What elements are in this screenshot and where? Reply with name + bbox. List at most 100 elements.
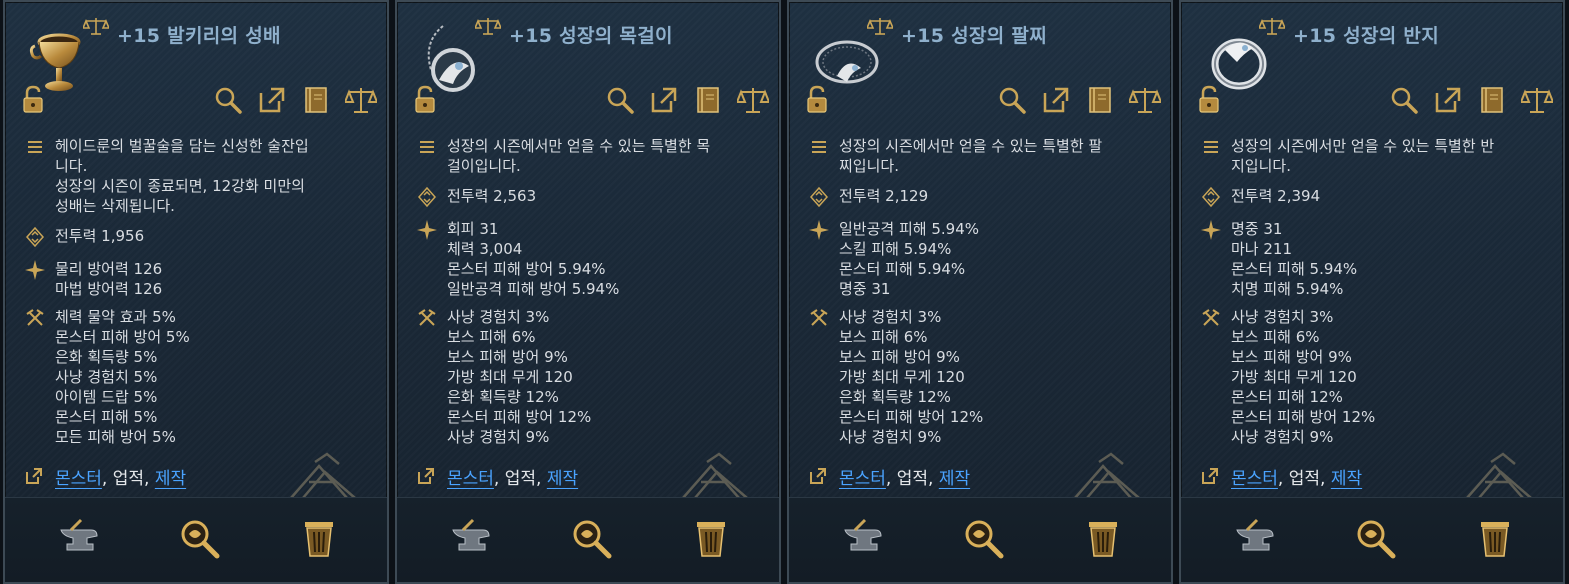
unlock-icon[interactable] xyxy=(805,84,831,114)
magnifier-icon[interactable] xyxy=(213,85,243,115)
source-link-icon xyxy=(26,468,42,484)
external-link-icon[interactable] xyxy=(1041,85,1071,115)
magnifier-icon[interactable] xyxy=(605,85,635,115)
trash-icon[interactable] xyxy=(297,516,341,560)
tooltip-body: 헤이드룬의 벌꿀술을 담는 신성한 술잔입 니다. 성장의 시즌이 종료되면, … xyxy=(25,136,373,455)
description-line: 성장의 시즌에서만 얻을 수 있는 특별한 팔 xyxy=(839,137,1103,155)
source-achievement: 업적 xyxy=(1288,469,1321,489)
crossed-tools-icon xyxy=(26,309,44,326)
star-icon xyxy=(1201,220,1221,240)
book-icon[interactable] xyxy=(693,85,723,115)
source-craft-link[interactable]: 제작 xyxy=(547,469,578,489)
anvil-icon[interactable] xyxy=(57,516,101,560)
bonus-line: 몬스터 피해 방어 12% xyxy=(1231,408,1376,426)
base-stats: 물리 방어력 126 마법 방어력 126 xyxy=(25,259,373,299)
unlock-icon[interactable] xyxy=(21,84,47,114)
combat-power-icon xyxy=(417,187,437,207)
tooltip-body: 성장의 시즌에서만 얻을 수 있는 특별한 목 걸이입니다. 전투력 2,563… xyxy=(417,136,765,455)
bonus-line: 체력 물약 효과 5% xyxy=(55,308,176,326)
appraise-icon[interactable] xyxy=(177,516,221,560)
item-description: 성장의 시즌에서만 얻을 수 있는 특별한 팔 찌입니다. xyxy=(809,136,1157,176)
scale-icon[interactable] xyxy=(345,85,377,115)
external-link-icon[interactable] xyxy=(1433,85,1463,115)
crossed-tools-icon xyxy=(1202,309,1220,326)
anvil-icon[interactable] xyxy=(1233,516,1277,560)
tooltip-footer xyxy=(1181,497,1563,582)
bonus-line: 몬스터 피해 5% xyxy=(55,408,158,426)
source-craft-link[interactable]: 제작 xyxy=(939,469,970,489)
tooltip-body: 성장의 시즌에서만 얻을 수 있는 특별한 반 지입니다. 전투력 2,394 … xyxy=(1201,136,1549,455)
trash-icon[interactable] xyxy=(689,516,733,560)
combat-power-value: 전투력 1,956 xyxy=(55,227,145,245)
anvil-icon[interactable] xyxy=(841,516,885,560)
combat-power-icon xyxy=(809,187,829,207)
star-icon xyxy=(25,260,45,280)
separator: , xyxy=(1320,469,1331,489)
bonus-line: 가방 최대 무게 120 xyxy=(447,368,573,386)
bonus-line: 사냥 경험치 9% xyxy=(447,428,550,446)
stat-line: 치명 피해 5.94% xyxy=(1231,280,1344,298)
bonus-line: 몬스터 피해 방어 12% xyxy=(839,408,984,426)
appraise-icon[interactable] xyxy=(1353,516,1397,560)
description-line: 성장의 시즌에서만 얻을 수 있는 특별한 반 xyxy=(1231,137,1495,155)
stat-line: 몬스터 피해 방어 5.94% xyxy=(447,260,606,278)
combat-power-value: 전투력 2,129 xyxy=(839,187,929,205)
source-achievement: 업적 xyxy=(896,469,929,489)
acquisition-sources: 몬스터, 업적, 제작 xyxy=(25,464,186,489)
list-icon xyxy=(812,141,826,153)
book-icon[interactable] xyxy=(301,85,331,115)
item-tooltip-ring: +15 성장의 반지 성장의 시즌에서만 얻을 수 있는 특별한 반 지입니다.… xyxy=(1179,0,1565,584)
appraise-icon[interactable] xyxy=(961,516,1005,560)
acquisition-sources: 몬스터, 업적, 제작 xyxy=(1201,464,1362,489)
external-link-icon[interactable] xyxy=(649,85,679,115)
external-link-icon[interactable] xyxy=(257,85,287,115)
combat-power-value: 전투력 2,563 xyxy=(447,187,537,205)
acquisition-sources: 몬스터, 업적, 제작 xyxy=(809,464,970,489)
source-link-icon xyxy=(418,468,434,484)
combat-power: 전투력 1,956 xyxy=(25,226,373,247)
unlock-icon[interactable] xyxy=(413,84,439,114)
stat-line: 명중 31 xyxy=(1231,220,1283,238)
item-title: +15 성장의 반지 xyxy=(1293,25,1439,47)
source-monster-link[interactable]: 몬스터 xyxy=(447,469,494,489)
stat-line: 물리 방어력 126 xyxy=(55,260,163,278)
stat-line: 명중 31 xyxy=(839,280,891,298)
source-link-icon xyxy=(810,468,826,484)
book-icon[interactable] xyxy=(1085,85,1115,115)
book-icon[interactable] xyxy=(1477,85,1507,115)
bonus-line: 몬스터 피해 방어 12% xyxy=(447,408,592,426)
anvil-icon[interactable] xyxy=(449,516,493,560)
scale-mark-icon xyxy=(1259,18,1285,35)
trash-icon[interactable] xyxy=(1473,516,1517,560)
list-icon xyxy=(28,141,42,153)
magnifier-icon[interactable] xyxy=(997,85,1027,115)
combat-power: 전투력 2,129 xyxy=(809,186,1157,207)
magnifier-icon[interactable] xyxy=(1389,85,1419,115)
emblem-icon xyxy=(1466,452,1532,499)
source-craft-link[interactable]: 제작 xyxy=(155,469,186,489)
stat-line: 체력 3,004 xyxy=(447,240,523,258)
source-monster-link[interactable]: 몬스터 xyxy=(839,469,886,489)
source-monster-link[interactable]: 몬스터 xyxy=(55,469,102,489)
source-achievement: 업적 xyxy=(504,469,537,489)
tooltip-footer xyxy=(397,497,779,582)
scale-icon[interactable] xyxy=(1521,85,1553,115)
bonus-stats: 사냥 경험치 3% 보스 피해 6% 보스 피해 방어 9% 가방 최대 무게 … xyxy=(809,307,1157,447)
star-icon xyxy=(417,220,437,240)
stat-line: 스킬 피해 5.94% xyxy=(839,240,952,258)
base-stats: 명중 31 마나 211 몬스터 피해 5.94% 치명 피해 5.94% xyxy=(1201,219,1549,299)
stat-line: 몬스터 피해 5.94% xyxy=(1231,260,1358,278)
source-monster-link[interactable]: 몬스터 xyxy=(1231,469,1278,489)
trash-icon[interactable] xyxy=(1081,516,1125,560)
source-craft-link[interactable]: 제작 xyxy=(1331,469,1362,489)
emblem-icon xyxy=(290,452,356,499)
scale-icon[interactable] xyxy=(1129,85,1161,115)
bonus-line: 사냥 경험치 5% xyxy=(55,368,158,386)
appraise-icon[interactable] xyxy=(569,516,613,560)
item-description: 성장의 시즌에서만 얻을 수 있는 특별한 목 걸이입니다. xyxy=(417,136,765,176)
unlock-icon[interactable] xyxy=(1197,84,1223,114)
base-stats: 회피 31 체력 3,004 몬스터 피해 방어 5.94% 일반공격 피해 방… xyxy=(417,219,765,299)
scale-icon[interactable] xyxy=(737,85,769,115)
combat-power-value: 전투력 2,394 xyxy=(1231,187,1321,205)
bonus-line: 보스 피해 방어 9% xyxy=(839,348,960,366)
